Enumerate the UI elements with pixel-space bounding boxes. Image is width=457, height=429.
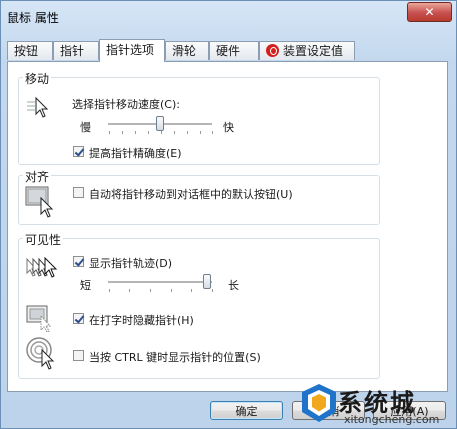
snap-to-default-label: 自动将指针移动到对话框中的默认按钮(U) bbox=[89, 188, 293, 201]
hide-pointer-icon bbox=[26, 305, 52, 332]
tab-hardware[interactable]: 硬件 bbox=[209, 41, 259, 60]
watermark-site: xitongcheng.com bbox=[344, 413, 440, 426]
close-button[interactable]: ✕ bbox=[407, 2, 452, 22]
window-title: 鼠标 属性 bbox=[7, 11, 59, 25]
pointer-trails-label: 显示指针轨迹(D) bbox=[89, 257, 173, 270]
hide-while-typing-checkbox[interactable] bbox=[73, 313, 84, 324]
speed-label: 选择指针移动速度(C): bbox=[72, 98, 180, 111]
tab-wheel[interactable]: 滑轮 bbox=[165, 41, 209, 60]
snap-to-icon bbox=[25, 186, 54, 218]
trails-slider-track bbox=[108, 281, 212, 284]
tab-device-settings[interactable]: 装置设定值 bbox=[259, 41, 355, 60]
speed-slider-thumb[interactable] bbox=[156, 116, 164, 131]
tab-device-settings-label: 装置设定值 bbox=[283, 44, 344, 58]
show-location-ctrl-checkbox[interactable] bbox=[73, 350, 84, 361]
watermark: 系统城 xitongcheng.com bbox=[298, 380, 456, 429]
device-settings-icon bbox=[266, 44, 279, 57]
motion-group-title: 移动 bbox=[23, 70, 52, 87]
trails-long-label: 长 bbox=[228, 279, 239, 292]
trails-slider-thumb[interactable] bbox=[203, 274, 211, 289]
snap-to-group-title: 对齐 bbox=[23, 168, 52, 185]
visibility-group: 可见性 显示指针轨迹(D) 短 长 在打字时隐藏指针(H) 当按 CTRL 键时… bbox=[18, 231, 380, 379]
watermark-logo-icon bbox=[302, 384, 336, 422]
visibility-group-title: 可见性 bbox=[23, 231, 64, 248]
snap-to-group: 对齐 自动将指针移动到对话框中的默认按钮(U) bbox=[18, 168, 380, 225]
speed-fast-label: 快 bbox=[223, 121, 234, 134]
show-location-icon bbox=[26, 337, 55, 370]
tab-buttons[interactable]: 按钮 bbox=[7, 41, 53, 60]
trails-short-label: 短 bbox=[80, 279, 91, 292]
pointer-speed-icon bbox=[27, 96, 49, 118]
enhance-precision-checkbox[interactable] bbox=[73, 146, 84, 157]
tab-pointer-options[interactable]: 指针选项 bbox=[99, 39, 165, 62]
tab-pointers[interactable]: 指针 bbox=[53, 41, 99, 60]
pointer-trails-checkbox[interactable] bbox=[73, 256, 84, 267]
snap-to-default-checkbox[interactable] bbox=[73, 187, 84, 198]
motion-group: 移动 选择指针移动速度(C): 慢 快 提高指针精确度(E) bbox=[18, 70, 380, 165]
tab-strip: 按钮 指针 指针选项 滑轮 硬件 装置设定值 bbox=[7, 39, 449, 62]
show-location-ctrl-label: 当按 CTRL 键时显示指针的位置(S) bbox=[89, 351, 261, 364]
pointer-options-panel: 移动 选择指针移动速度(C): 慢 快 提高指针精确度(E) 对齐 自动将指针移… bbox=[7, 61, 448, 392]
enhance-precision-label: 提高指针精确度(E) bbox=[89, 147, 182, 160]
hide-while-typing-label: 在打字时隐藏指针(H) bbox=[89, 314, 194, 327]
speed-slow-label: 慢 bbox=[80, 121, 91, 134]
title-bar: 鼠标 属性 ✕ bbox=[1, 1, 456, 31]
pointer-trails-icon bbox=[26, 256, 58, 278]
mouse-properties-window: 鼠标 属性 ✕ 按钮 指针 指针选项 滑轮 硬件 装置设定值 移动 选择指针移动… bbox=[0, 0, 457, 429]
ok-button[interactable]: 确定 bbox=[210, 401, 283, 420]
